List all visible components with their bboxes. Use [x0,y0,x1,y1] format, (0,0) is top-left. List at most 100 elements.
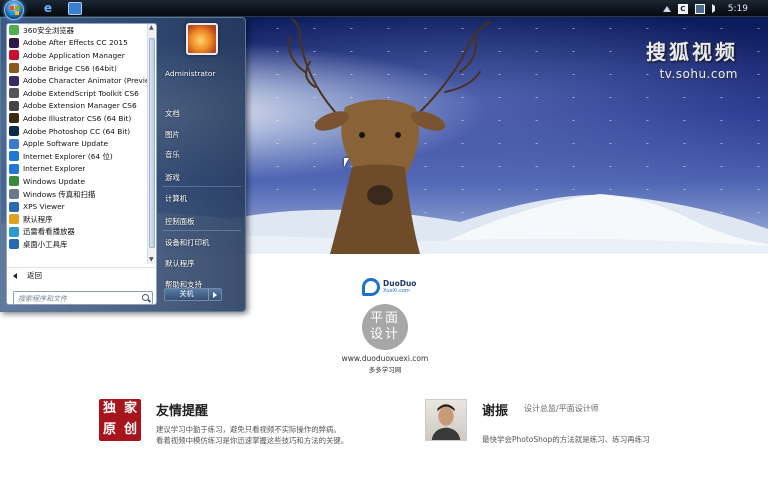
xps-icon [9,201,19,212]
stamp-char: 原 [102,422,116,437]
start-menu-right-pane: Administrator 文档 图片 音乐 游戏 计算机 控制面板 设备和打印机 默认程序 帮助… [158,18,246,311]
start-menu-link[interactable]: 文档 [165,108,180,119]
ie-icon [9,163,19,174]
shutdown-options-arrow-icon[interactable] [209,289,221,300]
duoduo-logo-icon [362,278,380,296]
program-label: Adobe Bridge CS6 (64bit) [23,63,117,73]
author-name: 谢振 [482,404,509,419]
program-item[interactable]: Windows Update [7,175,149,188]
program-item[interactable]: Adobe Illustrator CS6 (64 Bit) [7,112,149,125]
program-label: Adobe Character Animator (Preview [23,76,149,86]
badge-line1: 平面 [369,311,400,326]
flag-icon[interactable] [662,5,671,12]
program-label: Adobe After Effects CC 2015 [23,38,128,48]
scrollbar-thumb[interactable] [149,38,155,248]
start-menu-link[interactable]: 图片 [165,129,180,140]
scroll-up-icon[interactable]: ▲ [149,24,154,32]
program-item[interactable]: Adobe After Effects CC 2015 [7,37,149,50]
menu-separator [163,186,241,187]
program-label: Windows Update [23,176,86,186]
stamp-char: 家 [123,401,137,416]
search-icon[interactable] [142,294,149,301]
scroll-down-icon[interactable]: ▼ [149,256,154,264]
xunlei-icon [9,226,19,237]
program-item[interactable]: Adobe Photoshop CC (64 Bit) [7,125,149,138]
clock[interactable]: 5:19 [728,4,748,14]
system-tray: C 5:19 [662,0,768,17]
program-item[interactable]: Adobe ExtendScript Toolkit CS6 [7,87,149,100]
ae-icon [9,37,19,48]
ie-icon[interactable]: e [41,2,55,15]
network-icon[interactable] [694,3,705,14]
program-label: Adobe Photoshop CC (64 Bit) [23,126,131,136]
start-menu-link[interactable]: 游戏 [165,172,180,183]
badge-line2: 设计 [369,327,400,342]
start-menu-link[interactable]: 控制面板 [165,216,195,227]
ch-icon [9,75,19,86]
sohu-watermark: 搜狐视频 tv.sohu.com [646,36,738,81]
windows-logo-icon [10,6,19,15]
menu-separator [163,230,241,231]
site-url: www.duoduoxuexi.com [341,354,429,363]
start-button[interactable] [4,0,24,20]
search-placeholder: 搜索程序和文件 [18,295,67,303]
author-quote: 最快学会PhotoShop的方法就是练习、练习再练习 [482,435,650,444]
program-item[interactable]: XPS Viewer [7,200,149,213]
ps-icon [9,126,19,137]
program-label: Adobe Extension Manager CS6 [23,101,137,111]
shutdown-button[interactable]: 关机 [164,288,222,301]
search-programs-input[interactable]: 搜索程序和文件 [13,291,153,305]
program-label: Internet Explorer [23,164,86,174]
program-item[interactable]: Adobe Bridge CS6 (64bit) [7,62,149,75]
start-menu: 360安全浏览器 Adobe After Effects CC 2015 Adobe… [0,17,246,312]
exclusive-original-stamp: 独 家 原 创 [99,399,141,441]
ai-icon [9,113,19,124]
start-menu-link[interactable]: 设备和打印机 [165,237,209,248]
program-item[interactable]: Apple Software Update [7,137,149,150]
program-item[interactable]: 360安全浏览器 [7,24,149,37]
program-item[interactable]: Adobe Extension Manager CS6 [7,100,149,113]
course-badge: 平面 设计 [362,304,408,350]
stamp-char: 独 [102,401,116,416]
c-icon[interactable]: C [677,3,688,14]
program-label: 默认程序 [23,214,53,224]
program-label: 桌面小工具库 [23,239,68,249]
program-item[interactable]: Windows 传真和扫描 [7,188,149,201]
program-list-scrollbar[interactable]: ▲ ▼ [147,24,155,264]
program-label: Adobe Application Manager [23,50,125,60]
mouse-cursor-icon [344,158,349,167]
back-button[interactable]: 返回 [7,267,156,283]
tip-title: 友情提醒 [156,404,209,419]
360-browser-icon [9,25,19,36]
program-label: XPS Viewer [23,202,65,212]
program-item[interactable]: 桌面小工具库 [7,238,149,251]
author-portrait-icon [431,404,461,440]
program-item[interactable]: Internet Explorer (64 位) [7,150,149,163]
br-icon [9,63,19,74]
program-label: Adobe Illustrator CS6 (64 Bit) [23,113,132,123]
em-icon [9,100,19,111]
program-item[interactable]: Adobe Character Animator (Preview [7,74,149,87]
user-name-link[interactable]: Administrator [165,69,215,78]
duoduo-logo: DuoDuo XueXi.com [362,278,416,296]
start-menu-link[interactable]: 音乐 [165,149,180,160]
start-menu-link[interactable]: 默认程序 [165,258,195,269]
desktop-screen: 搜狐视频 tv.sohu.com e C 5:19 360安全浏览器 Adobe … [0,0,768,480]
tip-line: 建议学习中勤于练习，避免只看视频不实际操作的弊病。 [156,425,341,434]
user-avatar[interactable] [186,23,218,55]
adobe-icon [9,50,19,61]
program-item[interactable]: 迅雷看看播放器 [7,226,149,239]
program-label: 360安全浏览器 [23,25,75,35]
author-role: 设计总监/平面设计师 [524,404,599,413]
start-menu-link[interactable]: 计算机 [165,193,187,204]
shutdown-label: 关机 [165,289,209,300]
program-item[interactable]: Adobe Application Manager [7,49,149,62]
program-item[interactable]: 默认程序 [7,213,149,226]
windows-update-icon [9,176,19,187]
ie-icon [9,151,19,162]
speaker-icon[interactable] [711,4,721,13]
watermark-url: tv.sohu.com [659,67,738,81]
program-label: Adobe ExtendScript Toolkit CS6 [23,88,139,98]
program-item[interactable]: Internet Explorer [7,163,149,176]
app-window-icon[interactable] [68,2,82,15]
